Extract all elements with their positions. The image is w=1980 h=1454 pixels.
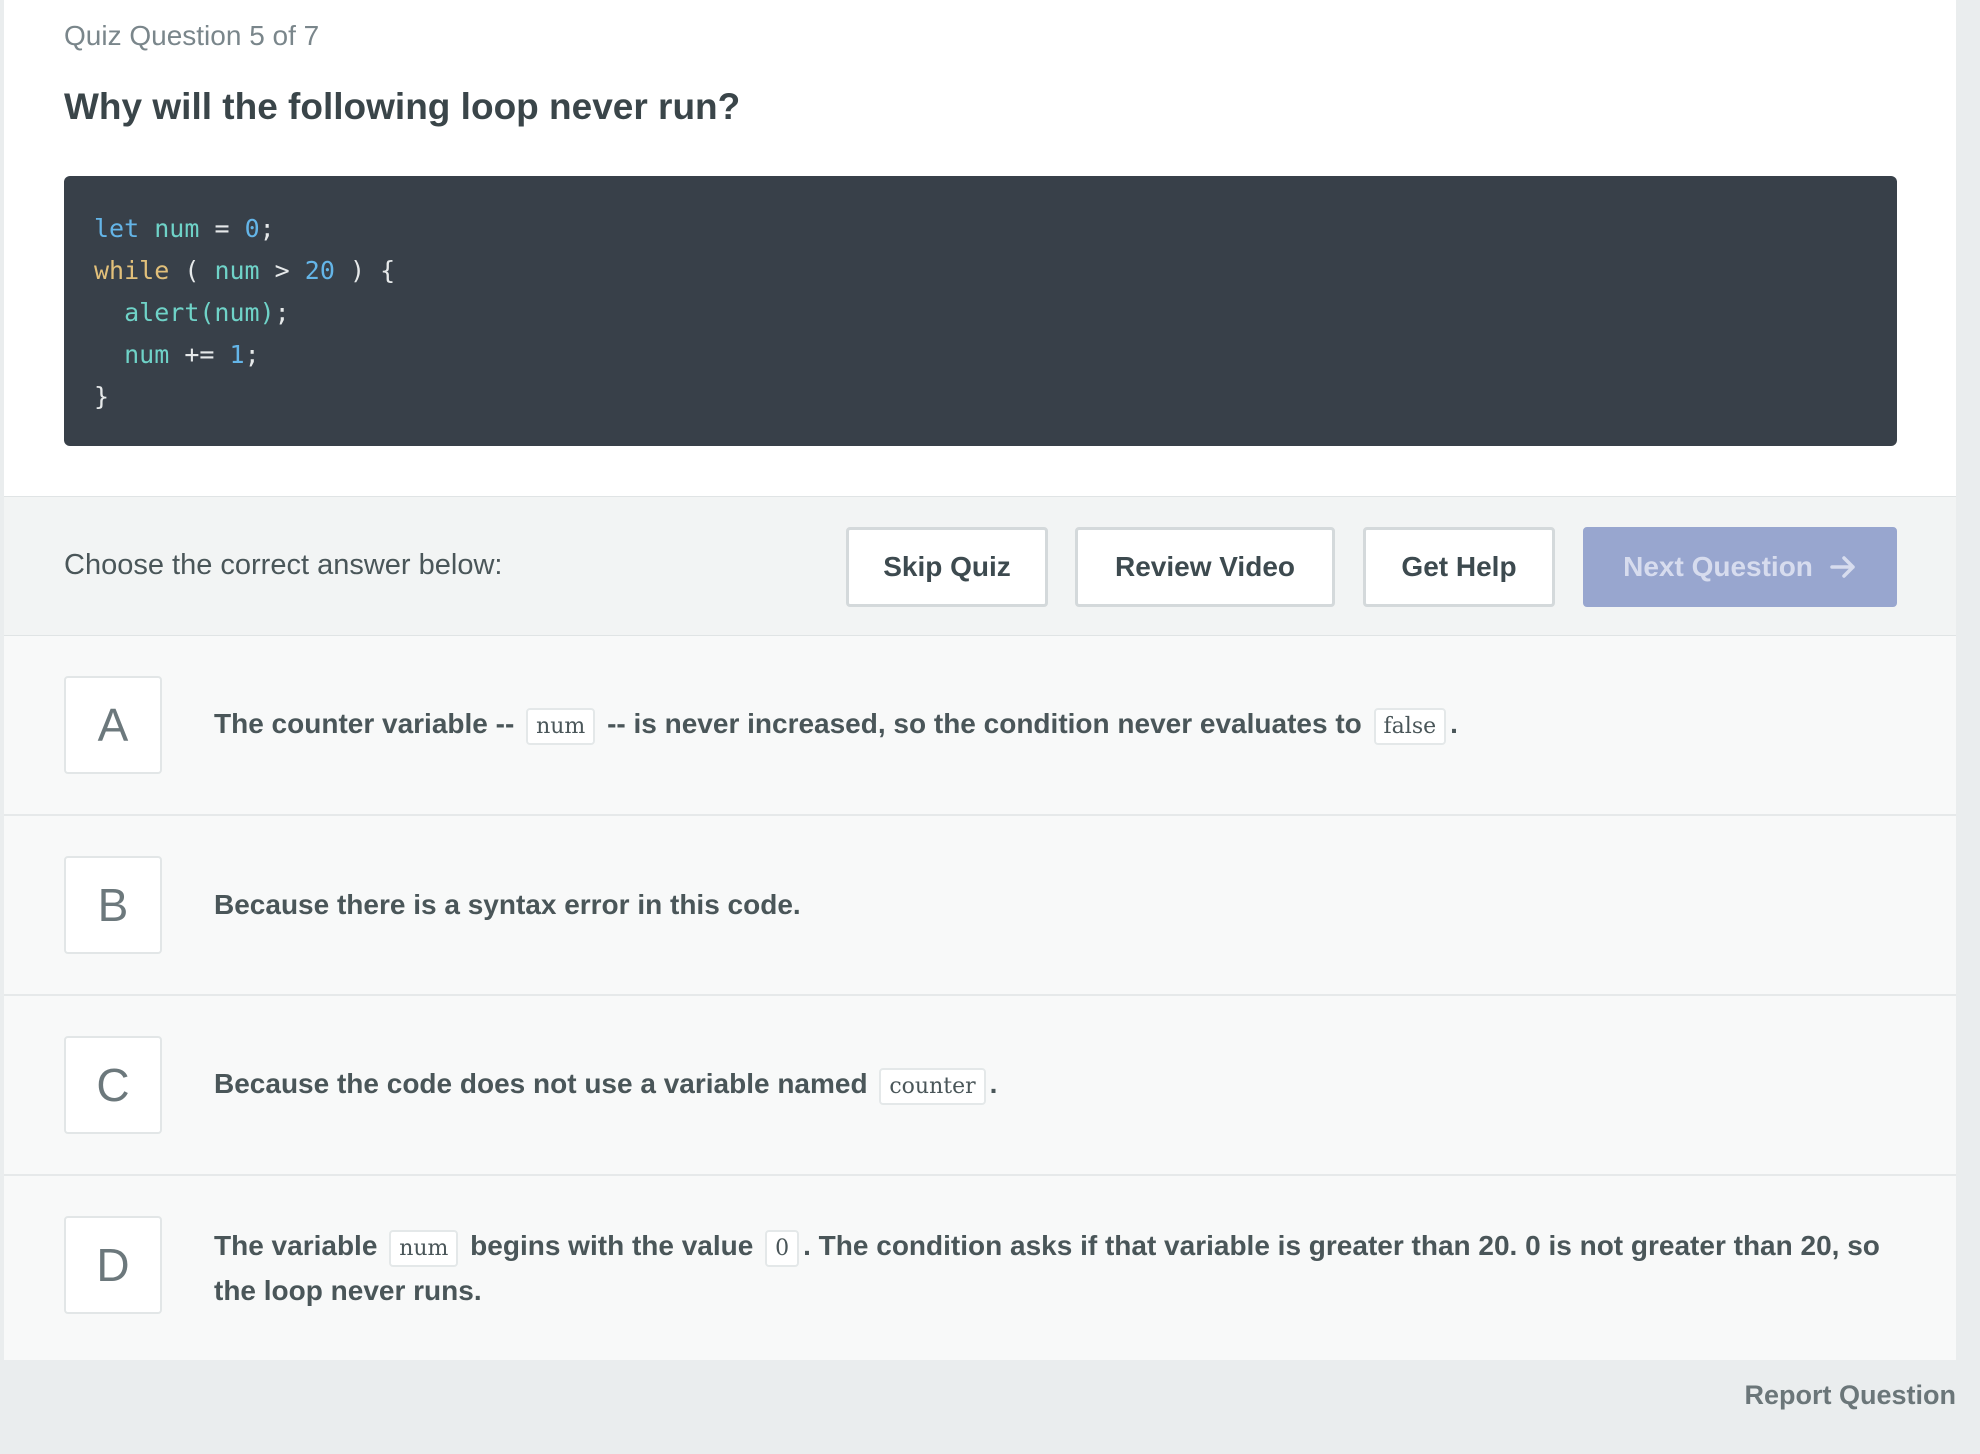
next-question-label: Next Question [1623, 551, 1813, 582]
skip-quiz-button[interactable]: Skip Quiz [846, 527, 1048, 607]
question-title: Why will the following loop never run? [64, 86, 741, 127]
answer-text-c: Because the code does not use a variable… [214, 996, 1894, 1174]
answer-list: A The counter variable -- num -- is neve… [4, 636, 1956, 1360]
next-question-button[interactable]: Next Question [1583, 527, 1897, 607]
inline-code: num [389, 1229, 459, 1267]
answer-letter-b: B [64, 856, 162, 954]
answer-letter-c: C [64, 1036, 162, 1134]
answer-text-a: The counter variable -- num -- is never … [214, 636, 1894, 814]
code-line-4: num += 1; [124, 340, 260, 369]
answer-option-c[interactable]: C Because the code does not use a variab… [4, 996, 1956, 1176]
question-counter: Quiz Question 5 of 7 [64, 20, 320, 51]
inline-code: 0 [765, 1229, 800, 1267]
review-video-button[interactable]: Review Video [1075, 527, 1335, 607]
code-block: let num = 0; while ( num > 20 ) { alert(… [64, 176, 1897, 446]
question-header: Quiz Question 5 of 7 Why will the follow… [4, 0, 1956, 496]
answer-letter-a: A [64, 676, 162, 774]
code-line-2: while ( num > 20 ) { [94, 256, 396, 285]
code-line-1: let num = 0; [94, 214, 275, 243]
inline-code: counter [879, 1067, 986, 1105]
inline-code: false [1373, 707, 1447, 745]
code-line-5: } [94, 382, 110, 411]
report-question-link[interactable]: Report Question [1744, 1380, 1956, 1411]
arrow-right-icon [1830, 556, 1855, 578]
answer-letter-d: D [64, 1216, 162, 1314]
get-help-button[interactable]: Get Help [1363, 527, 1555, 607]
answer-option-a[interactable]: A The counter variable -- num -- is neve… [4, 636, 1956, 816]
choose-answer-label: Choose the correct answer below: [64, 549, 503, 581]
answer-text-d: The variable num begins with the value 0… [214, 1229, 1880, 1306]
code-line-3: alert(num); [124, 298, 290, 327]
quiz-card: Quiz Question 5 of 7 Why will the follow… [4, 0, 1956, 1360]
inline-code: num [526, 707, 596, 745]
answer-text-b: Because there is a syntax error in this … [214, 889, 801, 920]
action-bar: Choose the correct answer below: Skip Qu… [4, 496, 1956, 636]
answer-option-b[interactable]: B Because there is a syntax error in thi… [4, 816, 1956, 996]
answer-option-d[interactable]: D The variable num begins with the value… [4, 1176, 1956, 1360]
